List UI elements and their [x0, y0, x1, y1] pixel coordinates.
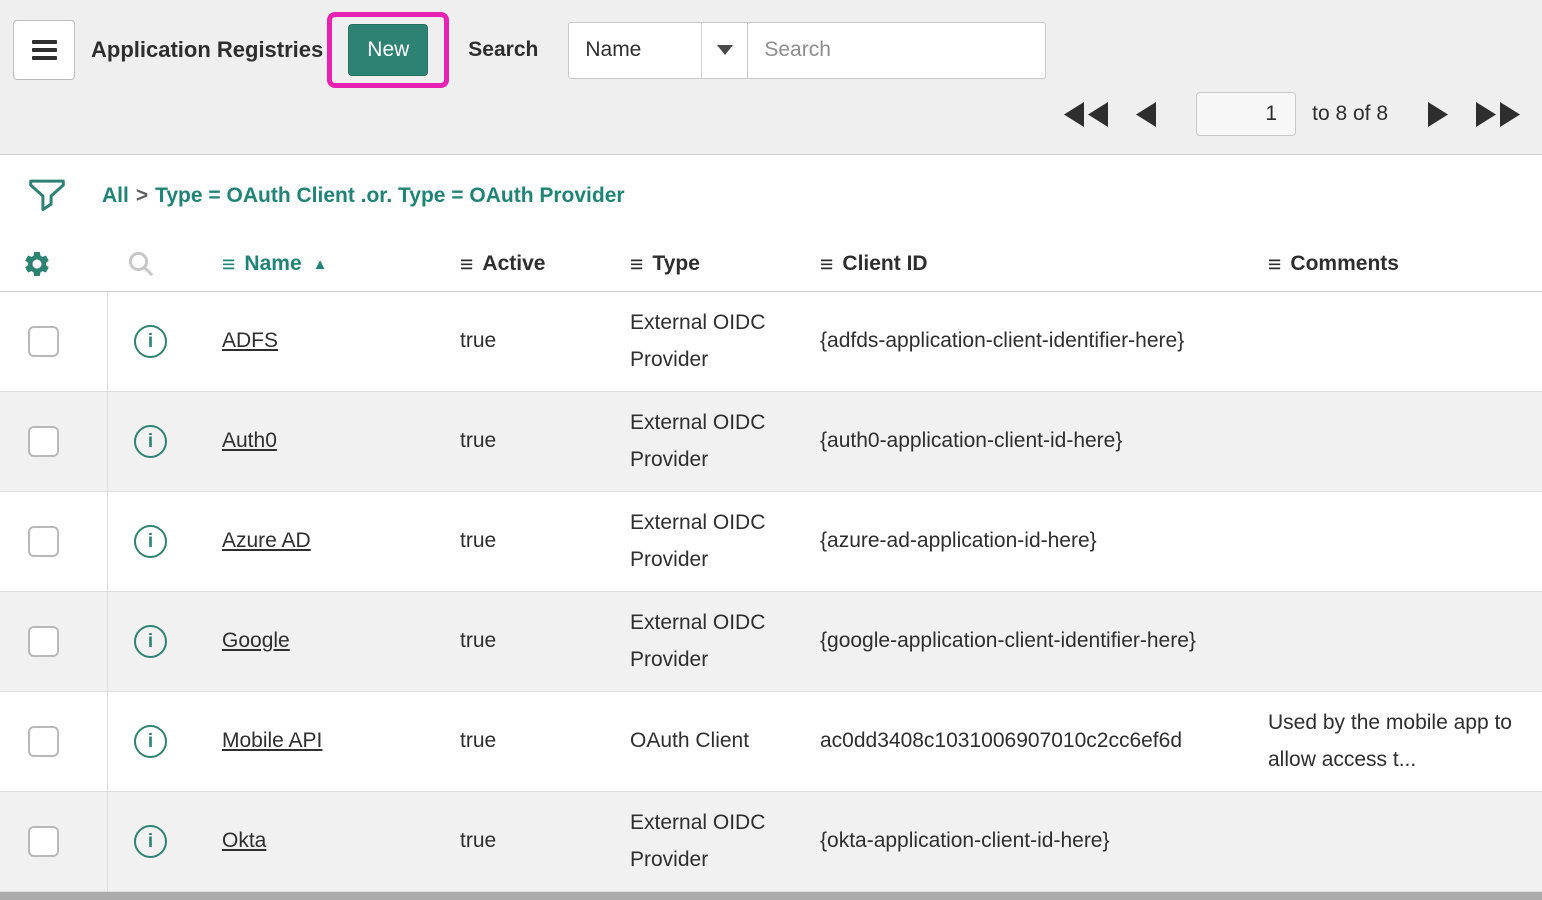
table-row: i Mobile API true OAuth Client ac0dd3408…	[0, 692, 1542, 792]
next-page-icon	[1428, 102, 1448, 127]
column-menu-icon-type[interactable]: ≡	[630, 253, 643, 276]
last-page-button[interactable]	[1476, 102, 1520, 127]
annotation-highlight-box: New	[327, 12, 449, 87]
type-cell: External OIDC Provider	[630, 505, 820, 579]
client-id-cell: ac0dd3408c1031006907010c2cc6ef6d	[820, 723, 1260, 760]
info-icon[interactable]: i	[134, 625, 167, 658]
info-icon[interactable]: i	[134, 425, 167, 458]
column-menu-icon-active[interactable]: ≡	[460, 253, 473, 276]
list-search-icon[interactable]	[126, 249, 156, 279]
record-link[interactable]: Auth0	[222, 429, 277, 452]
next-page-button[interactable]	[1428, 102, 1448, 127]
menu-button[interactable]	[13, 20, 75, 80]
client-id-cell: {auth0-application-client-id-here}	[820, 423, 1260, 460]
select-caret-zone[interactable]	[701, 23, 747, 78]
breadcrumb-condition-link[interactable]: Type = OAuth Client .or. Type = OAuth Pr…	[155, 184, 624, 207]
breadcrumb-all-link[interactable]: All	[102, 184, 129, 207]
record-link[interactable]: Azure AD	[222, 529, 311, 552]
type-cell: External OIDC Provider	[630, 305, 820, 379]
column-header-type[interactable]: Type	[652, 252, 699, 276]
first-page-button[interactable]	[1064, 102, 1108, 127]
type-cell: External OIDC Provider	[630, 805, 820, 879]
page-number-input[interactable]	[1196, 92, 1296, 136]
row-checkbox[interactable]	[28, 726, 59, 757]
type-cell: External OIDC Provider	[630, 405, 820, 479]
client-id-cell: {okta-application-client-id-here}	[820, 823, 1260, 860]
column-header-active[interactable]: Active	[482, 252, 545, 276]
comments-cell: Used by the mobile app to allow access t…	[1260, 705, 1542, 779]
column-header-client-id[interactable]: Client ID	[842, 252, 927, 276]
info-icon[interactable]: i	[134, 525, 167, 558]
search-input[interactable]	[748, 22, 1046, 79]
type-cell: OAuth Client	[630, 723, 820, 760]
row-checkbox[interactable]	[28, 326, 59, 357]
table-row: i Okta true External OIDC Provider {okta…	[0, 792, 1542, 892]
client-id-cell: {azure-ad-application-id-here}	[820, 523, 1260, 560]
table-row: i Auth0 true External OIDC Provider {aut…	[0, 392, 1542, 492]
active-cell: true	[460, 723, 630, 760]
record-link[interactable]: ADFS	[222, 329, 278, 352]
search-field-select[interactable]: Name	[568, 22, 748, 79]
client-id-cell: {google-application-client-identifier-he…	[820, 623, 1260, 660]
info-icon[interactable]: i	[134, 725, 167, 758]
previous-page-button[interactable]	[1136, 102, 1156, 127]
row-checkbox[interactable]	[28, 626, 59, 657]
filter-funnel-icon[interactable]	[28, 178, 66, 214]
active-cell: true	[460, 623, 630, 660]
active-cell: true	[460, 523, 630, 560]
row-checkbox[interactable]	[28, 426, 59, 457]
header-toolbar: Application Registries New Search Name t…	[0, 0, 1542, 155]
previous-page-icon	[1136, 102, 1156, 127]
list-header-row: ≡ Name ▲ ≡ Active ≡ Type ≡ Client ID ≡ C…	[0, 237, 1542, 292]
column-menu-icon-comments[interactable]: ≡	[1268, 253, 1281, 276]
row-checkbox[interactable]	[28, 826, 59, 857]
filter-bar: All>Type = OAuth Client .or. Type = OAut…	[0, 155, 1542, 237]
info-icon[interactable]: i	[134, 825, 167, 858]
info-icon[interactable]: i	[134, 325, 167, 358]
column-header-name[interactable]: Name	[244, 252, 301, 276]
hamburger-menu-icon	[32, 36, 57, 64]
breadcrumb: All>Type = OAuth Client .or. Type = OAut…	[102, 184, 625, 208]
gear-icon[interactable]	[22, 249, 52, 279]
table-row: i Google true External OIDC Provider {go…	[0, 592, 1542, 692]
active-cell: true	[460, 823, 630, 860]
record-link[interactable]: Mobile API	[222, 729, 322, 752]
bottom-scrollbar-strip[interactable]	[0, 892, 1542, 900]
column-menu-icon-name[interactable]: ≡	[222, 253, 235, 276]
active-cell: true	[460, 423, 630, 460]
list-body: i ADFS true External OIDC Provider {adfd…	[0, 292, 1542, 892]
page-title: Application Registries	[91, 37, 323, 63]
type-cell: External OIDC Provider	[630, 605, 820, 679]
column-header-comments[interactable]: Comments	[1290, 252, 1399, 276]
breadcrumb-separator: >	[129, 184, 155, 207]
active-cell: true	[460, 323, 630, 360]
pagination-range-text: to 8 of 8	[1312, 102, 1388, 126]
pagination-bar: to 8 of 8	[0, 88, 1542, 140]
last-page-icon	[1476, 102, 1520, 127]
sort-ascending-icon: ▲	[313, 256, 328, 273]
table-row: i Azure AD true External OIDC Provider {…	[0, 492, 1542, 592]
first-page-icon	[1064, 102, 1108, 127]
search-field-selected-value: Name	[585, 38, 641, 62]
row-checkbox[interactable]	[28, 526, 59, 557]
record-link[interactable]: Google	[222, 629, 290, 652]
new-button[interactable]: New	[348, 24, 428, 75]
search-label: Search	[468, 38, 538, 62]
column-menu-icon-client-id[interactable]: ≡	[820, 253, 833, 276]
table-row: i ADFS true External OIDC Provider {adfd…	[0, 292, 1542, 392]
record-link[interactable]: Okta	[222, 829, 266, 852]
chevron-down-icon	[717, 45, 733, 55]
client-id-cell: {adfds-application-client-identifier-her…	[820, 323, 1260, 360]
